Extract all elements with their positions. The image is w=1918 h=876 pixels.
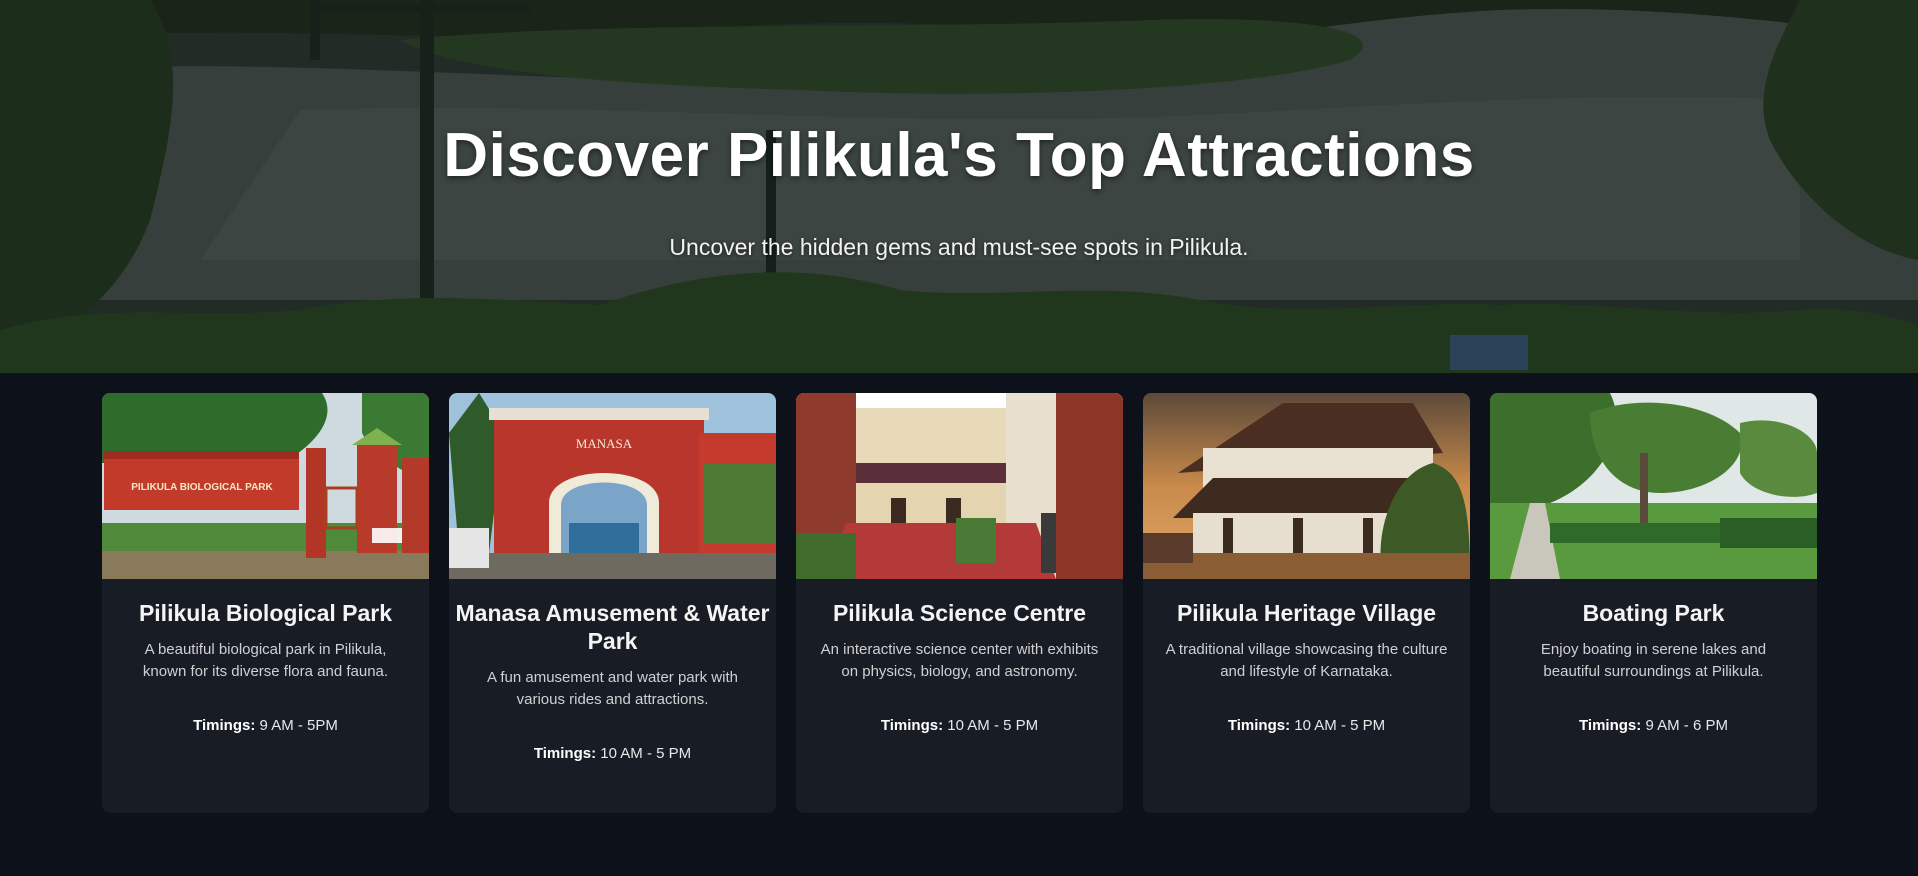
hero-title: Discover Pilikula's Top Attractions — [443, 121, 1475, 190]
sign-text: PILIKULA BIOLOGICAL PARK — [131, 482, 273, 493]
card-timings: Timings: 10 AM - 5 PM — [1143, 717, 1470, 734]
attraction-card[interactable]: Boating Park Enjoy boating in serene lak… — [1490, 393, 1817, 813]
attraction-image — [796, 393, 1123, 579]
card-body: Manasa Amusement & Water Park A fun amus… — [449, 599, 776, 762]
timings-value: 9 AM - 5PM — [259, 717, 338, 734]
card-timings: Timings: 9 AM - 6 PM — [1490, 717, 1817, 734]
card-title: Pilikula Science Centre — [832, 600, 1087, 626]
timings-value: 9 AM - 6 PM — [1645, 717, 1728, 734]
card-description: An interactive science center with exhib… — [820, 641, 1099, 680]
card-body: Pilikula Biological Park A beautiful bio… — [102, 599, 429, 734]
card-description: A fun amusement and water park with vari… — [487, 669, 738, 708]
attraction-image — [1143, 393, 1470, 579]
timings-label: Timings: — [880, 717, 944, 734]
card-timings: Timings: 10 AM - 5 PM — [449, 745, 776, 762]
card-timings: Timings: 9 AM - 5PM — [102, 717, 429, 734]
card-title: Manasa Amusement & Water Park — [455, 600, 770, 654]
timings-label: Timings: — [533, 745, 597, 762]
attractions-card-grid: PILIKULA BIOLOGICAL PARK Pilikula Biolog… — [102, 393, 1820, 813]
card-title: Pilikula Heritage Village — [1176, 600, 1437, 626]
attraction-card[interactable]: Pilikula Science Centre An interactive s… — [796, 393, 1123, 813]
timings-label: Timings: — [1579, 717, 1642, 734]
card-body: Pilikula Science Centre An interactive s… — [796, 599, 1123, 734]
card-description: Enjoy boating in serene lakes and beauti… — [1540, 641, 1767, 680]
attraction-image: PILIKULA BIOLOGICAL PARK — [102, 393, 429, 579]
timings-label: Timings: — [1227, 717, 1291, 734]
timings-value: 10 AM - 5 PM — [1294, 717, 1386, 734]
card-timings: Timings: 10 AM - 5 PM — [796, 717, 1123, 734]
timings-value: 10 AM - 5 PM — [600, 745, 692, 762]
card-body: Boating Park Enjoy boating in serene lak… — [1490, 599, 1817, 734]
attraction-image — [1490, 393, 1817, 579]
card-title: Boating Park — [1582, 600, 1725, 626]
timings-value: 10 AM - 5 PM — [947, 717, 1039, 734]
card-body: Pilikula Heritage Village A traditional … — [1143, 599, 1470, 734]
attraction-card[interactable]: MANASA Manasa Amusement & Water Park A f… — [449, 393, 776, 813]
hero-section: Discover Pilikula's Top Attractions Unco… — [0, 0, 1918, 373]
card-description: A traditional village showcasing the cul… — [1165, 641, 1448, 680]
timings-label: Timings: — [193, 717, 256, 734]
attraction-card[interactable]: Pilikula Heritage Village A traditional … — [1143, 393, 1470, 813]
card-title: Pilikula Biological Park — [138, 600, 393, 626]
sign-text: MANASA — [576, 436, 633, 451]
card-description: A beautiful biological park in Pilikula,… — [142, 641, 389, 680]
attraction-card[interactable]: PILIKULA BIOLOGICAL PARK Pilikula Biolog… — [102, 393, 429, 813]
hero-subtitle: Uncover the hidden gems and must-see spo… — [669, 234, 1249, 260]
attraction-image: MANASA — [449, 393, 776, 579]
